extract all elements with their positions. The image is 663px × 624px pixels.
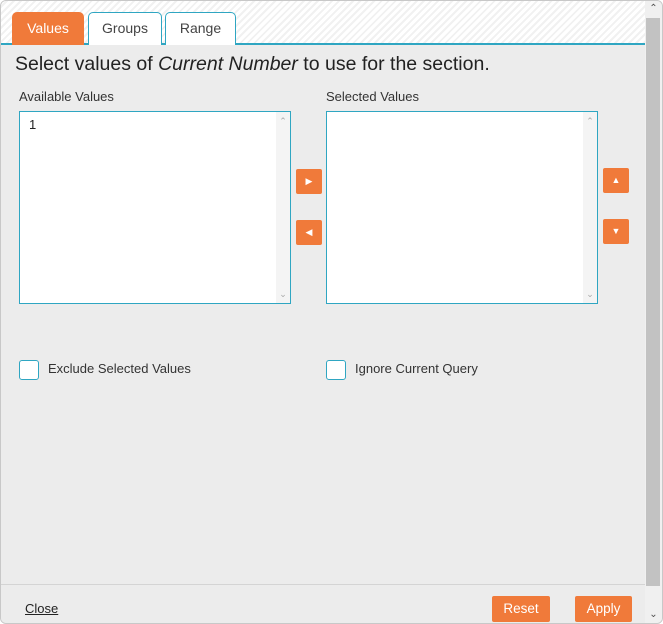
caret-up-icon: ▲ (611, 175, 621, 185)
page-scrollbar[interactable]: ⌃ ⌄ (645, 1, 662, 623)
ignore-query-label: Ignore Current Query (355, 361, 478, 376)
available-values-list[interactable]: 1 ⌃ ⌄ (19, 111, 291, 304)
move-up-button[interactable]: ▲ (603, 168, 629, 193)
tab-groups-label: Groups (102, 20, 148, 36)
selected-values-label: Selected Values (326, 89, 419, 104)
heading-prefix: Select values of (15, 53, 159, 75)
caret-right-icon: ▶ (305, 176, 313, 186)
exclude-selected-label: Exclude Selected Values (48, 361, 191, 376)
ignore-query-checkbox[interactable] (326, 360, 346, 380)
heading-suffix: to use for the section. (297, 53, 490, 75)
available-list-scrollbar[interactable]: ⌃ ⌄ (276, 112, 290, 303)
scroll-down-icon[interactable]: ⌄ (583, 287, 597, 301)
caret-down-icon: ▼ (611, 226, 621, 236)
scroll-down-icon[interactable]: ⌄ (276, 287, 290, 301)
tab-values[interactable]: Values (12, 12, 84, 45)
selected-values-list[interactable]: ⌃ ⌄ (326, 111, 598, 304)
move-left-button[interactable]: ◀ (296, 220, 322, 245)
scrollbar-thumb[interactable] (646, 18, 660, 586)
close-link[interactable]: Close (25, 601, 58, 616)
apply-button[interactable]: Apply (575, 596, 632, 622)
section-values-dialog: Values Groups Range Select values of Cur… (0, 0, 663, 624)
dialog-footer: Close Reset Apply (1, 584, 646, 623)
move-right-button[interactable]: ▶ (296, 169, 322, 194)
scroll-down-icon[interactable]: ⌄ (645, 607, 662, 623)
scroll-up-icon[interactable]: ⌃ (645, 1, 662, 17)
tab-range[interactable]: Range (165, 12, 236, 45)
page-title: Select values of Current Number to use f… (15, 53, 490, 76)
tab-values-label: Values (27, 20, 69, 36)
selected-list-scrollbar[interactable]: ⌃ ⌄ (583, 112, 597, 303)
scroll-up-icon[interactable]: ⌃ (583, 114, 597, 128)
heading-field-name: Current Number (158, 53, 298, 75)
tab-groups[interactable]: Groups (88, 12, 162, 45)
scroll-up-icon[interactable]: ⌃ (276, 114, 290, 128)
move-down-button[interactable]: ▼ (603, 219, 629, 244)
tab-strip: Values Groups Range (1, 1, 646, 45)
available-values-label: Available Values (19, 89, 114, 104)
list-item[interactable]: 1 (26, 117, 39, 132)
caret-left-icon: ◀ (305, 227, 313, 237)
exclude-selected-checkbox[interactable] (19, 360, 39, 380)
tab-range-label: Range (179, 20, 222, 36)
reset-button[interactable]: Reset (492, 596, 550, 622)
